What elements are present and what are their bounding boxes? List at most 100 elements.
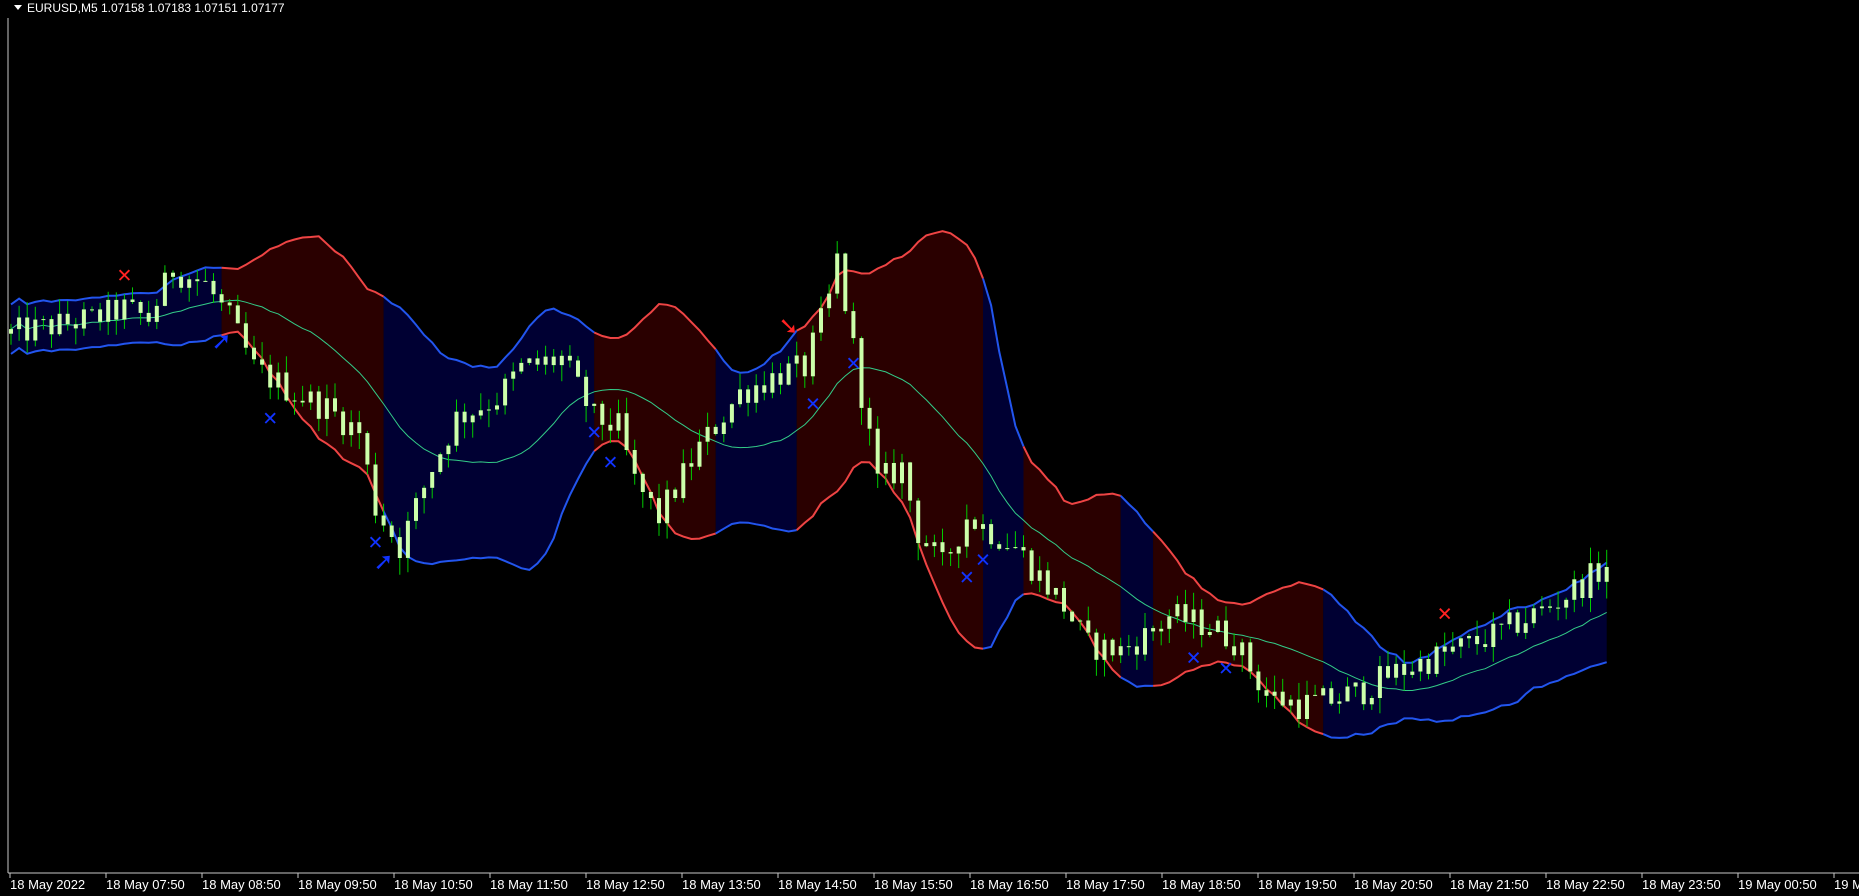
candle-body-bull — [1167, 616, 1172, 629]
candle-body-bull — [956, 546, 961, 554]
candle[interactable] — [843, 252, 848, 314]
candle-body-bear — [1499, 623, 1504, 625]
candle-body-bull — [1118, 646, 1123, 656]
candle-body-bull — [681, 463, 686, 499]
candle-body-bull — [203, 280, 208, 282]
candle[interactable] — [648, 491, 653, 510]
candle-body-bear — [989, 524, 994, 545]
candle-body-bull — [276, 372, 281, 388]
buy-signal-cross-icon: ✕ — [262, 408, 278, 430]
candle-body-bear — [179, 276, 184, 288]
candle-body-bear — [1134, 646, 1139, 655]
candle-body-bear — [114, 299, 119, 320]
buy-signal-arrow-up-icon: ➚ — [374, 548, 394, 576]
candle-body-bear — [1086, 620, 1091, 633]
candle-body-bull — [187, 279, 192, 288]
candle-body-bear — [689, 463, 694, 467]
candle-body-bull — [106, 299, 111, 322]
candle-body-bull — [559, 355, 564, 366]
candle-body-bull — [1434, 646, 1439, 674]
candle[interactable] — [810, 325, 815, 385]
candle-body-bull — [478, 410, 483, 416]
candle-body-bull — [1531, 608, 1536, 624]
triangle-down-icon[interactable] — [14, 5, 22, 10]
chart-window[interactable]: ✕ ➚ ✕ ✕ ➚ ✕ ✕ ➘ ✕ ✕ ✕ ✕ ✕ ✕ ✕ 18 May 2022 18 May 07:50 1… — [0, 0, 1859, 896]
candle-body-bull — [1604, 567, 1609, 582]
time-axis-label: 18 May 19:50 — [1258, 877, 1337, 892]
candle-body-bull — [1240, 642, 1245, 656]
candle-body-bear — [843, 253, 848, 312]
candle-body-bear — [260, 359, 265, 365]
candle[interactable] — [916, 497, 921, 561]
candle[interactable] — [1102, 633, 1107, 677]
candle-body-bear — [867, 407, 872, 429]
candle-body-bear — [851, 311, 856, 339]
candle-body-bull — [835, 253, 840, 294]
candle[interactable] — [1434, 642, 1439, 678]
candle-body-bull — [154, 305, 159, 322]
buy-signal-arrow-up-icon: ➚ — [212, 327, 232, 355]
candle-body-bull — [519, 362, 524, 372]
candle-body-bull — [57, 313, 62, 335]
time-axis-label: 18 May 15:50 — [874, 877, 953, 892]
candle-body-bear — [268, 364, 273, 388]
candle-body-bull — [495, 405, 499, 410]
candle-body-bear — [972, 519, 977, 529]
candle[interactable] — [1070, 610, 1075, 623]
band-fill-segment — [983, 278, 1024, 649]
candle[interactable] — [835, 241, 840, 299]
candle-body-bear — [713, 426, 718, 434]
candle-body-bear — [130, 299, 135, 302]
candle-body-bull — [1215, 620, 1220, 632]
candle-body-bear — [632, 450, 637, 474]
chart-header: EURUSD,M5 1.07158 1.07183 1.07151 1.0717… — [14, 1, 285, 15]
price-chart[interactable]: ✕➚✕✕➚✕✕➘✕✕✕✕✕ ✕✕ 18 May 2022 18 May 07:50 1… — [0, 0, 1859, 896]
candle-body-bull — [308, 391, 313, 403]
candle-body-bull — [1458, 638, 1463, 647]
candle[interactable] — [1029, 548, 1034, 585]
ohlc-readout: 1.07158 1.07183 1.07151 1.07177 — [101, 1, 285, 15]
candle-body-bull — [1588, 563, 1593, 598]
candle[interactable] — [438, 452, 443, 475]
candle-body-bull — [511, 371, 516, 379]
candle-body-bull — [470, 415, 475, 423]
time-axis: 18 May 2022 18 May 07:50 18 May 08:50 18 Ma… — [9, 873, 1859, 892]
candle-body-bear — [1580, 579, 1585, 598]
time-axis-label: 18 May 23:50 — [1642, 877, 1721, 892]
candle-body-bull — [349, 422, 354, 436]
candle[interactable] — [1094, 628, 1099, 676]
candle-body-bull — [324, 398, 329, 419]
candle-body-bear — [1596, 563, 1601, 582]
symbol-timeframe-label: EURUSD,M5 — [27, 1, 98, 15]
candle-body-bear — [1029, 550, 1034, 581]
candle[interactable] — [162, 265, 167, 307]
candle-body-bear — [551, 356, 556, 366]
candle-body-bear — [195, 279, 200, 282]
candle-body-bull — [1207, 632, 1212, 635]
candle-body-bull — [430, 472, 435, 488]
candle-body-bull — [786, 363, 791, 385]
candle[interactable] — [1515, 609, 1520, 637]
candle-body-bear — [891, 463, 896, 484]
candle[interactable] — [405, 511, 410, 573]
candle-body-bull — [1539, 606, 1544, 609]
time-axis-label: 18 May 20:50 — [1354, 877, 1433, 892]
candle-body-bull — [1288, 699, 1293, 706]
buy-signal-cross-icon: ✕ — [975, 549, 991, 571]
band-fill-segment — [796, 231, 983, 649]
candle-body-bull — [1369, 698, 1374, 705]
candle-body-bull — [527, 358, 532, 363]
candle-body-bull — [705, 426, 710, 442]
candle-body-bull — [1523, 623, 1528, 633]
candle-body-bear — [146, 312, 151, 322]
candle[interactable] — [640, 472, 645, 508]
band-fill-segment — [715, 330, 797, 534]
candle-body-bear — [1361, 682, 1366, 705]
candle-body-bear — [657, 498, 661, 524]
time-axis-label: 18 May 07:50 — [106, 877, 185, 892]
time-axis-label: 18 May 14:50 — [778, 877, 857, 892]
candle-body-bull — [446, 445, 451, 455]
buy-signal-cross-icon: ✕ — [602, 452, 618, 474]
candle-body-bear — [778, 373, 783, 385]
time-axis-label: 18 May 16:50 — [970, 877, 1049, 892]
